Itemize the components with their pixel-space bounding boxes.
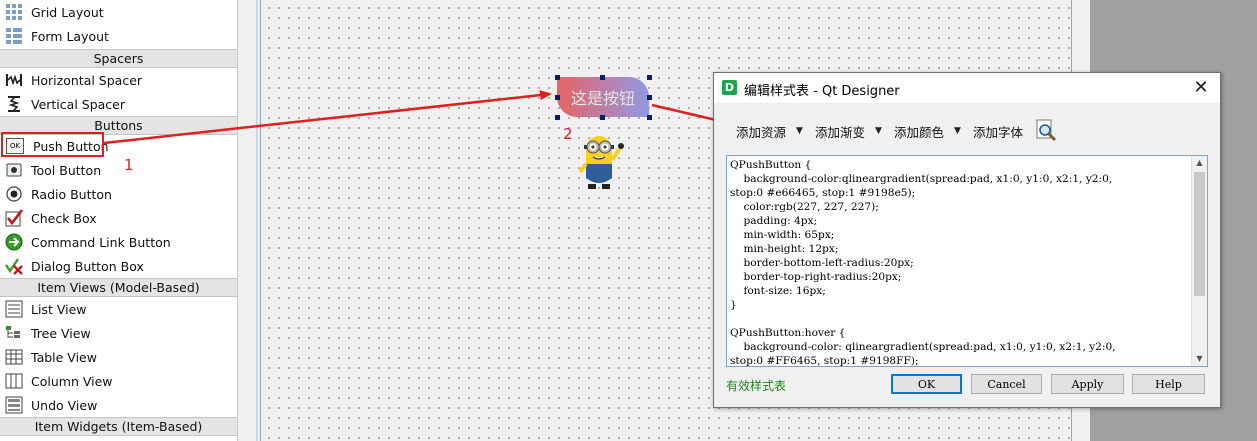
code-line: QPushButton:hover {: [730, 327, 846, 339]
annotation-2: 2: [563, 125, 573, 143]
magnifier-preview-icon: [1036, 119, 1057, 142]
add-gradient-button[interactable]: 添加渐变 ▼: [815, 118, 882, 144]
annotation-1: 1: [124, 156, 134, 174]
add-font-button[interactable]: 添加字体: [973, 118, 1023, 144]
code-line: QPushButton {: [730, 159, 812, 171]
edit-stylesheet-dialog: D 编辑样式表 - Qt Designer ✕ 添加资源 ▼ 添加渐变 ▼ 添加…: [713, 72, 1221, 408]
scrollbar-thumb[interactable]: [1194, 172, 1205, 296]
scroll-down-icon[interactable]: ▼: [1192, 352, 1207, 366]
code-line: padding: 4px;: [743, 215, 818, 227]
code-line: background-color: qlineargradient(spread…: [743, 341, 1116, 353]
dropdown-arrow-icon: ▼: [875, 126, 882, 136]
preview-button[interactable]: [1034, 118, 1058, 144]
dialog-titlebar[interactable]: D 编辑样式表 - Qt Designer ✕: [714, 73, 1220, 103]
dialog-title: 编辑样式表 - Qt Designer: [744, 84, 900, 99]
scroll-up-icon[interactable]: ▲: [1192, 156, 1207, 170]
code-line: min-height: 12px;: [743, 243, 839, 255]
stylesheet-toolbar: 添加资源 ▼ 添加渐变 ▼ 添加颜色 ▼ 添加字体: [714, 118, 1220, 144]
apply-button[interactable]: Apply: [1051, 374, 1124, 394]
dropdown-arrow-icon: ▼: [796, 126, 803, 136]
code-line: min-width: 65px;: [743, 229, 835, 241]
code-line: border-top-right-radius:20px;: [743, 271, 902, 283]
code-line: color:rgb(227, 227, 227);: [743, 201, 879, 213]
editor-scrollbar[interactable]: ▲ ▼: [1191, 156, 1207, 366]
arrow-to-button: [103, 90, 552, 145]
code-line: }: [730, 299, 737, 311]
cancel-button[interactable]: Cancel: [971, 374, 1042, 394]
add-font-label: 添加字体: [973, 124, 1024, 140]
code-line: background-color:qlineargradient(spread:…: [743, 173, 1113, 185]
ok-button[interactable]: OK: [891, 374, 962, 394]
add-resource-label: 添加资源: [736, 124, 787, 140]
help-button[interactable]: Help: [1132, 374, 1205, 394]
add-color-label: 添加颜色: [894, 124, 945, 140]
add-color-button[interactable]: 添加颜色 ▼: [894, 118, 961, 144]
close-button[interactable]: ✕: [1190, 77, 1212, 99]
add-gradient-label: 添加渐变: [815, 124, 866, 140]
add-resource-button[interactable]: 添加资源 ▼: [736, 118, 803, 144]
stylesheet-code: QPushButton { background-color:qlineargr…: [730, 158, 1116, 367]
stylesheet-editor[interactable]: QPushButton { background-color:qlineargr…: [726, 155, 1208, 367]
dropdown-arrow-icon: ▼: [954, 126, 961, 136]
code-line: stop:0 #e66465, stop:1 #9198e5);: [730, 187, 916, 199]
qt-designer-icon: D: [722, 80, 737, 95]
code-line: font-size: 16px;: [743, 285, 826, 297]
code-line: stop:0 #FF6465, stop:1 #9198FF);: [730, 355, 919, 367]
stylesheet-status: 有效样式表: [726, 379, 787, 393]
code-line: border-bottom-left-radius:20px;: [743, 257, 914, 269]
